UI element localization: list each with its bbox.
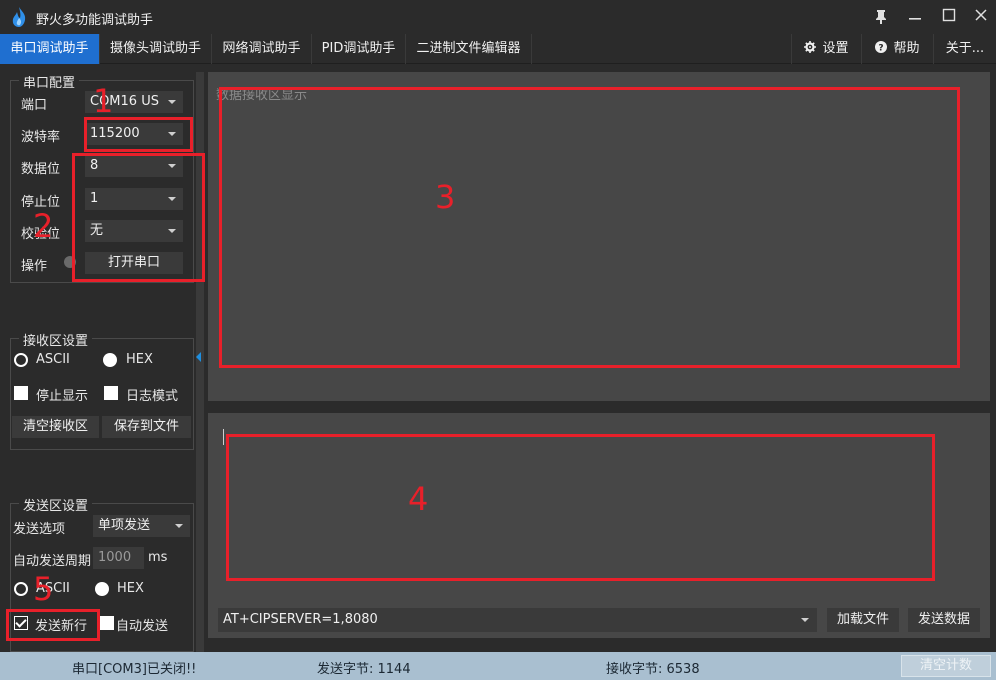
data-bits-label: 数据位 [21,162,61,177]
send-option-label: 发送选项 [13,522,66,537]
period-unit-label: ms [148,550,168,565]
log-mode-label: 日志模式 [126,389,179,404]
help-icon: ? [875,41,888,54]
annotation-number-2: 2 [33,207,54,245]
send-data-button[interactable]: 发送数据 [908,608,980,632]
chevron-down-icon [175,524,183,528]
collapse-arrow-icon[interactable] [196,352,201,362]
operation-label: 操作 [21,259,48,274]
minimize-icon[interactable] [904,6,926,28]
port-label: 端口 [21,98,48,113]
send-hex-radio[interactable] [95,582,109,596]
tab-binary-editor[interactable]: 二进制文件编辑器 [406,34,532,64]
window-title: 野火多功能调试助手 [36,13,154,28]
tab-pid[interactable]: PID调试助手 [312,34,406,64]
auto-send-label: 自动发送 [116,619,169,634]
settings-label: 设置 [822,41,849,56]
send-settings-title: 发送区设置 [19,495,93,514]
about-button[interactable]: 关于... [933,34,996,64]
send-option-select[interactable]: 单项发送 [93,515,190,537]
annotation-box-1 [84,117,193,152]
maximize-icon[interactable] [938,6,960,28]
recv-ascii-radio[interactable] [14,353,28,367]
send-hex-label: HEX [117,581,144,596]
log-mode-checkbox[interactable] [104,386,118,400]
sent-bytes-text: 发送字节: 1144 [317,662,411,677]
annotation-number-3: 3 [435,178,456,216]
title-bar: 野火多功能调试助手 [0,0,996,34]
send-ascii-radio[interactable] [14,582,28,596]
send-command-combo[interactable]: AT+CIPSERVER=1,8080 [218,608,817,632]
annotation-box-4 [226,434,935,581]
annotation-box-2 [72,153,205,282]
annotation-number-4: 4 [408,480,429,518]
close-icon[interactable] [970,6,992,28]
annotation-number-5: 5 [33,570,54,608]
svg-text:?: ? [879,44,884,54]
annotation-box-5 [6,609,100,641]
annotation-box-3 [219,87,960,368]
baud-label: 波特率 [21,130,61,145]
recv-ascii-label: ASCII [36,352,70,367]
stop-display-checkbox[interactable] [14,386,28,400]
annotation-number-1: 1 [93,82,114,120]
load-file-button[interactable]: 加载文件 [827,608,899,632]
recv-settings-title: 接收区设置 [19,330,93,349]
status-bar: 串口[COM3]已关闭!! 发送字节: 1144 接收字节: 6538 清空计数 [0,652,996,680]
auto-period-label: 自动发送周期 [13,554,92,569]
chevron-down-icon [168,100,176,104]
settings-button[interactable]: 设置 [791,34,861,64]
tab-camera[interactable]: 摄像头调试助手 [100,34,212,64]
recv-hex-radio[interactable] [103,353,117,367]
send-option-value: 单项发送 [98,518,151,533]
save-to-file-button[interactable]: 保存到文件 [102,416,191,438]
send-command-value: AT+CIPSERVER=1,8080 [223,612,378,627]
recv-hex-label: HEX [126,352,153,367]
text-caret [223,429,224,445]
clear-count-button[interactable]: 清空计数 [901,655,991,677]
clear-recv-button[interactable]: 清空接收区 [12,416,99,438]
auto-period-input[interactable]: 1000 [93,547,144,569]
tab-network[interactable]: 网络调试助手 [212,34,312,64]
gear-icon [804,41,817,53]
port-status-text: 串口[COM3]已关闭!! [72,662,197,677]
tab-serial[interactable]: 串口调试助手 [0,34,100,64]
auto-send-checkbox[interactable] [100,616,114,630]
stop-display-label: 停止显示 [36,389,89,404]
pin-icon[interactable] [870,6,892,28]
recv-bytes-text: 接收字节: 6538 [606,662,700,677]
help-button[interactable]: ? 帮助 [861,34,933,64]
help-label: 帮助 [893,41,920,56]
tab-bar: 串口调试助手 摄像头调试助手 网络调试助手 PID调试助手 二进制文件编辑器 设… [0,34,996,64]
flame-app-icon [12,7,26,27]
serial-config-title: 串口配置 [19,72,80,91]
chevron-down-icon [801,618,809,622]
